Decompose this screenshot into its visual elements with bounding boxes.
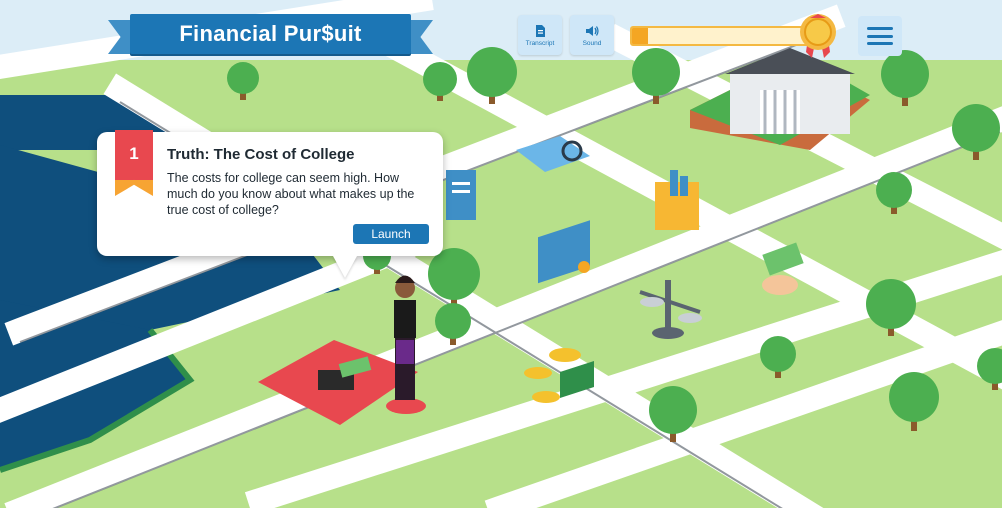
lesson-number: 1 xyxy=(129,144,139,163)
lesson-title: Truth: The Cost of College xyxy=(167,146,355,163)
sound-button[interactable]: Sound xyxy=(570,15,614,55)
banner-body: Financial Pur$uit xyxy=(130,14,411,54)
transcript-button[interactable]: Transcript xyxy=(518,15,562,55)
launch-button[interactable]: Launch xyxy=(353,224,429,244)
sound-label: Sound xyxy=(582,39,602,47)
title-banner: Financial Pur$uit xyxy=(108,14,433,60)
transcript-label: Transcript xyxy=(525,39,555,47)
document-tile-left[interactable] xyxy=(446,170,476,220)
progress-fill xyxy=(632,28,648,44)
lesson-description: The costs for college can seem high. How… xyxy=(167,171,415,217)
menu-button[interactable] xyxy=(858,16,902,56)
medal-icon xyxy=(800,14,836,58)
ribbon-accent xyxy=(115,180,153,196)
menu-icon xyxy=(867,27,893,45)
lesson-popup: 1 Truth: The Cost of College The costs f… xyxy=(97,130,443,256)
transcript-icon xyxy=(536,24,545,37)
sound-icon xyxy=(586,25,599,36)
game-title: Financial Pur$uit xyxy=(179,21,362,46)
